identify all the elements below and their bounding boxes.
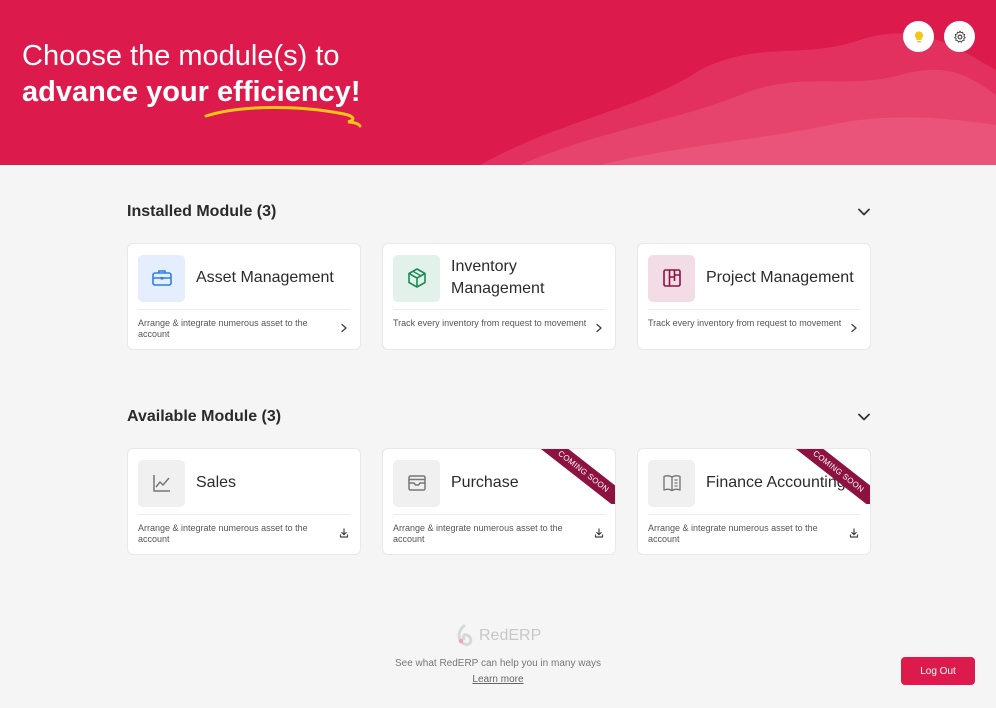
module-description: Track every inventory from request to mo… [393,318,587,328]
download-icon [594,528,604,538]
module-card-finance-accounting[interactable]: Finance Accounting COMING SOON Arrange &… [637,448,871,555]
module-card-header: Sales [138,459,350,507]
module-icon-box [648,254,695,302]
book-icon [662,475,681,492]
coming-soon-label: COMING SOON [535,449,615,504]
hero-title: Choose the module(s) to advance your eff… [22,38,360,110]
card-divider [393,514,605,515]
footer-link-wrap: Learn more [0,674,996,685]
briefcase-icon [151,270,172,286]
footer-logo: RedERP [455,624,541,648]
kanban-icon [662,269,681,287]
module-card-header: Project Management [648,254,860,302]
module-card-header: Asset Management [138,254,350,302]
module-icon-box [138,459,185,507]
card-divider [138,514,350,515]
chevron-right-icon [596,323,602,333]
module-name: Asset Management [196,269,334,286]
module-description: Arrange & integrate numerous asset to th… [393,523,563,544]
module-card-asset-management[interactable]: Asset Management Arrange & integrate num… [127,243,361,350]
module-description: Arrange & integrate numerous asset to th… [138,318,308,339]
module-card-sales[interactable]: Sales Arrange & integrate numerous asset… [127,448,361,555]
chart-icon [152,475,170,492]
coming-soon-ribbon: COMING SOON [535,449,615,504]
module-card-purchase[interactable]: Purchase COMING SOON Arrange & integrate… [382,448,616,555]
inbox-icon [407,475,426,491]
logout-button[interactable]: Log Out [901,657,975,685]
chevron-down-icon [858,413,870,421]
module-card-inventory-management[interactable]: Inventory Management Track every invento… [382,243,616,350]
open-module-button[interactable] [593,322,605,334]
installed-section-title: Installed Module (3) [127,203,277,220]
available-section-header: Available Module (3) [127,405,871,429]
settings-button[interactable] [944,21,975,52]
installed-section-header: Installed Module (3) [127,200,871,224]
module-name: Project Management [706,269,854,286]
available-collapse-toggle[interactable] [857,410,871,424]
card-divider [138,309,350,310]
open-module-button[interactable] [338,322,350,334]
gear-icon [953,30,966,43]
card-divider [393,309,605,310]
available-section-title: Available Module (3) [127,408,282,425]
hero-banner: Choose the module(s) to advance your eff… [0,0,996,165]
footer-brand: RedERP [479,627,542,644]
footer-tagline: See what RedERP can help you in many way… [394,658,602,669]
module-description: Arrange & integrate numerous asset to th… [138,523,308,544]
module-icon-box [138,254,185,302]
module-description: Track every inventory from request to mo… [648,318,842,328]
box-icon [407,268,426,288]
learn-more-link[interactable]: Learn more [472,674,523,685]
install-module-button[interactable] [593,527,605,539]
module-icon-box [393,459,440,507]
install-module-button[interactable] [338,527,350,539]
installed-collapse-toggle[interactable] [857,205,871,219]
hero-underline-decoration [204,106,362,128]
chevron-right-icon [341,323,347,333]
card-divider [648,309,860,310]
install-module-button[interactable] [848,527,860,539]
coming-soon-ribbon: COMING SOON [790,449,870,504]
module-icon-box [393,254,440,302]
download-icon [849,528,859,538]
module-card-header: Inventory Management [393,254,605,302]
rederp-logo-icon [457,624,473,646]
card-divider [648,514,860,515]
hero-title-line1: Choose the module(s) to [22,40,340,72]
chevron-down-icon [858,208,870,216]
module-description: Arrange & integrate numerous asset to th… [648,523,818,544]
download-icon [339,528,349,538]
coming-soon-label: COMING SOON [790,449,870,504]
open-module-button[interactable] [848,322,860,334]
module-name: Sales [196,474,237,491]
module-icon-box [648,459,695,507]
module-card-project-management[interactable]: Project Management Track every inventory… [637,243,871,350]
lightbulb-icon [914,31,923,42]
chevron-right-icon [851,323,857,333]
module-name: Inventory Management [451,258,545,297]
tips-button[interactable] [903,21,934,52]
